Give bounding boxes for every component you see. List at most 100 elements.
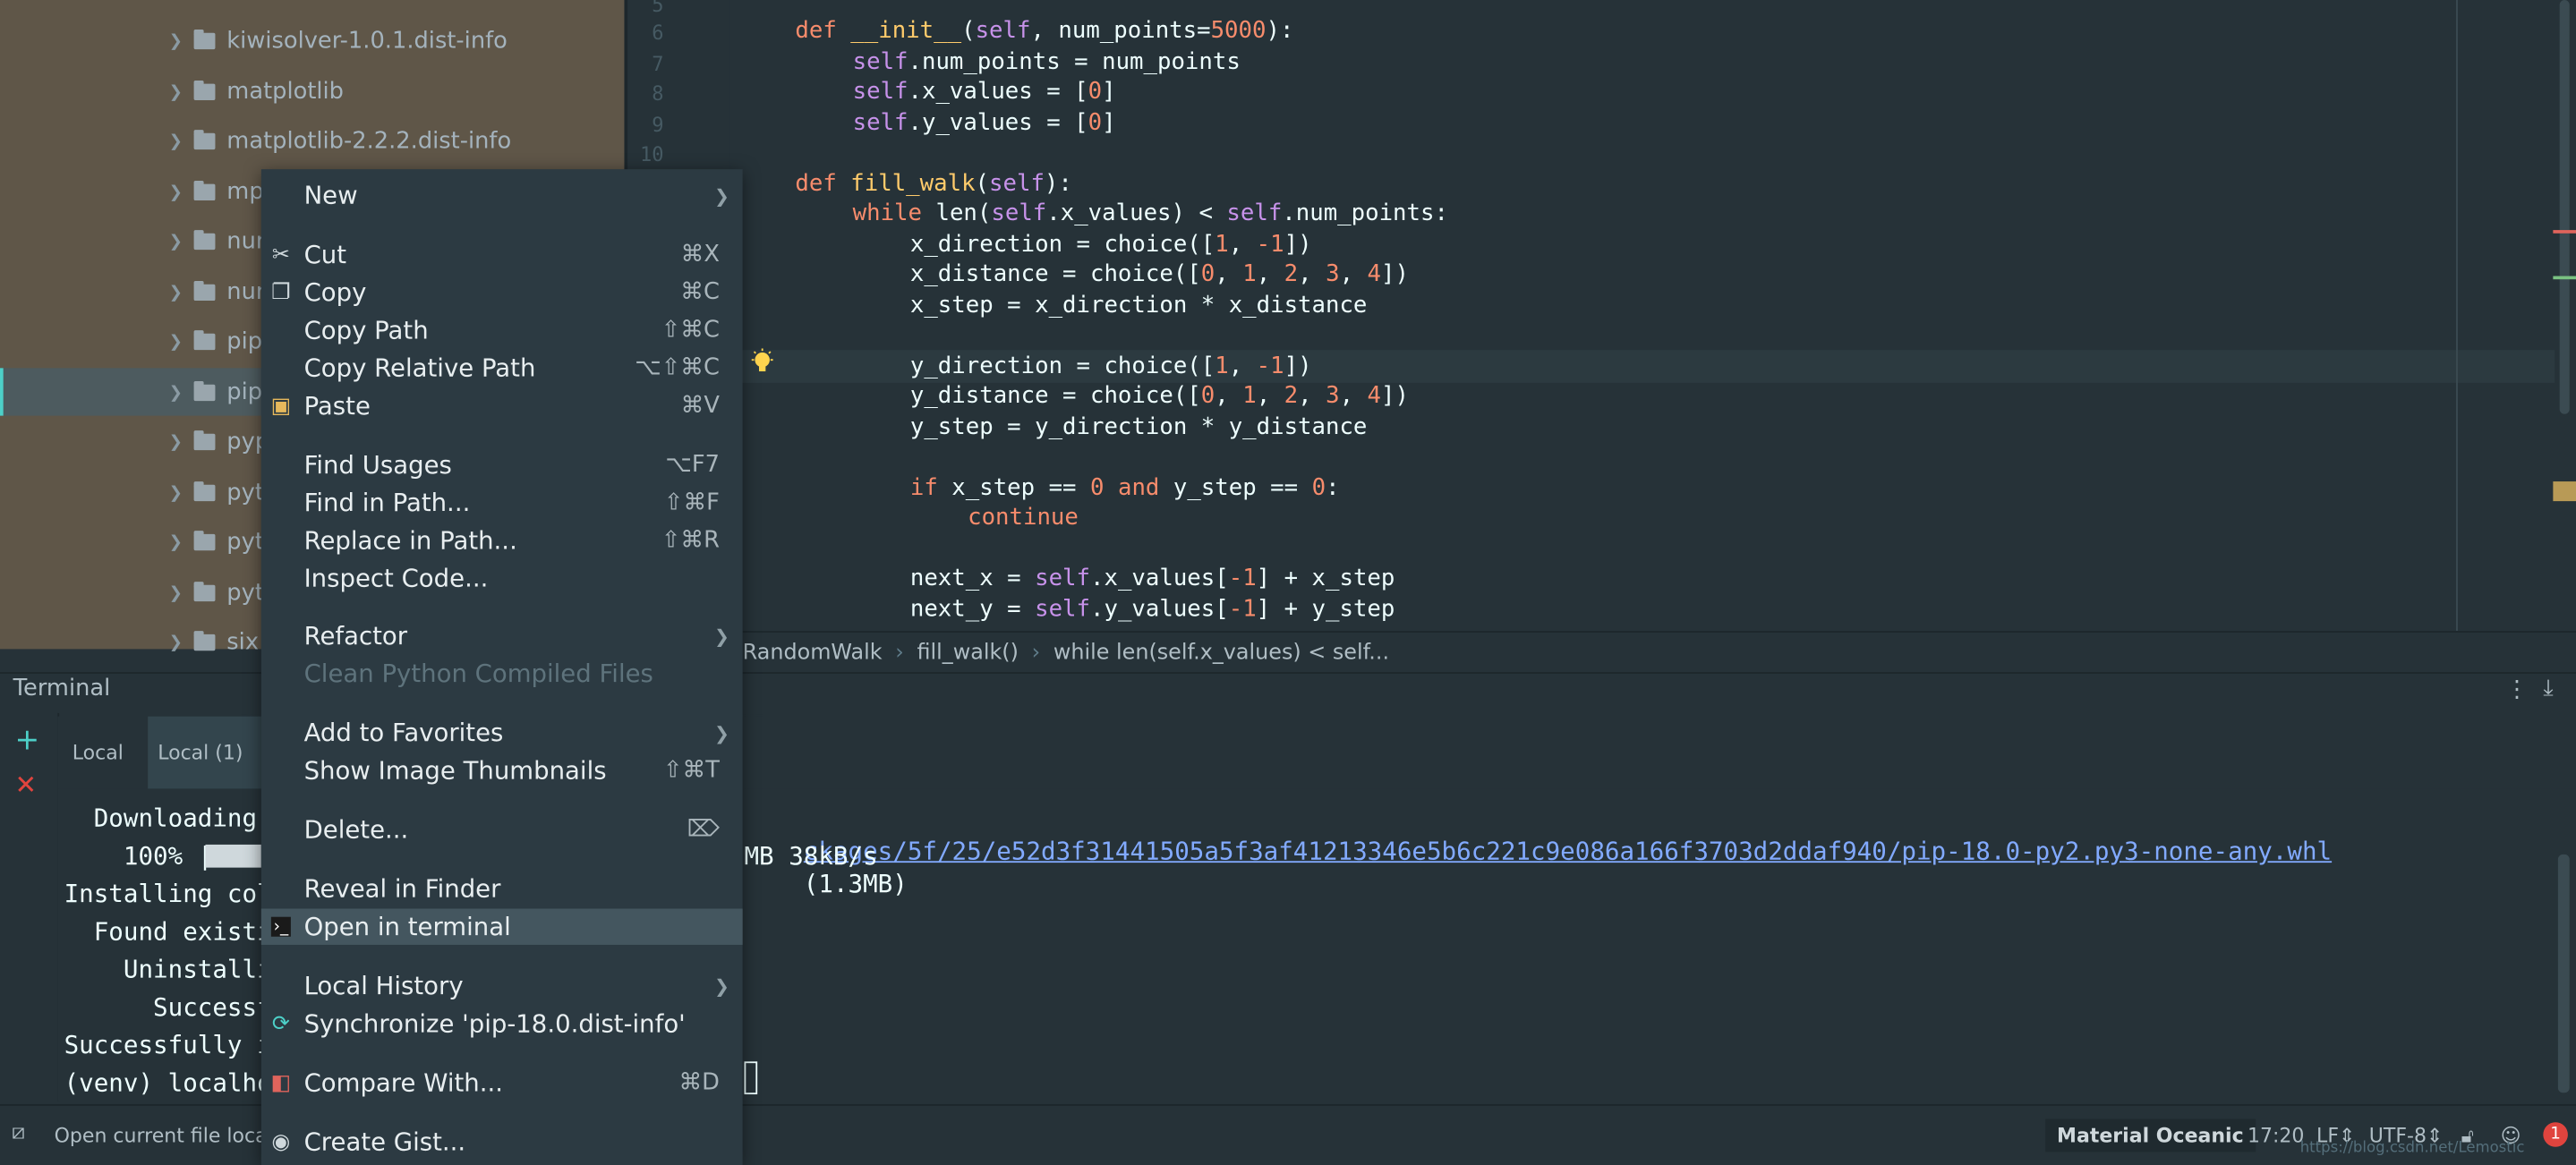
chevron-right-icon: ❯ (168, 332, 183, 352)
tree-selection-bar (0, 368, 4, 416)
download-link[interactable]: ckages/5f/25/e52d3f31441505a5f3af4121334… (804, 837, 2332, 866)
code-line: next_y = self.y_values[-1] + y_step (909, 596, 1395, 623)
lightbulb-icon[interactable] (751, 348, 774, 378)
line-number: 10 (640, 142, 664, 166)
terminal-line: 100% | (64, 841, 213, 872)
terminal-tab[interactable]: Local (63, 717, 148, 789)
menu-item-add-to-favorites[interactable]: Add to Favorites ❯ (261, 715, 743, 751)
copy-icon: ❐ (271, 280, 291, 305)
tree-item-selected[interactable]: ❯ pip (165, 373, 263, 412)
menu-item-local-history[interactable]: Local History ❯ (261, 968, 743, 1004)
scissors-icon: ✂ (271, 242, 290, 268)
error-stripe-marker[interactable] (2553, 230, 2576, 234)
tree-item[interactable]: ❯ matplotlib-2.2.2.dist-info (165, 122, 512, 161)
breadcrumb-item[interactable]: RandomWalk (743, 641, 883, 666)
menu-item-inspect-code[interactable]: Inspect Code... (261, 560, 743, 596)
line-number: 6 (652, 21, 664, 45)
theme-indicator[interactable]: Material Oceanic (2045, 1118, 2256, 1152)
tree-item-label: pip (226, 379, 263, 406)
terminal-line: Successfully i (64, 1030, 272, 1060)
menu-item-label: Copy (303, 277, 367, 308)
terminal-icon: ›_ (270, 916, 291, 937)
download-size: (1.3MB) (803, 869, 908, 899)
menu-shortcut: ⌥F7 (665, 452, 720, 479)
menu-item-label: Open in terminal (303, 912, 511, 942)
folder-icon (193, 330, 216, 351)
terminal-tab-active[interactable]: Local (1) (148, 716, 270, 789)
menu-item-label: Synchronize 'pip-18.0.dist-info' (303, 1008, 686, 1039)
menu-shortcut: ⇧⌘R (661, 527, 720, 554)
line-number: 8 (652, 81, 664, 106)
folder-icon (193, 531, 216, 551)
toggle-tool-windows-icon[interactable]: ⧄ (12, 1120, 25, 1145)
tree-item[interactable]: ❯ mpl (165, 173, 270, 212)
folder-icon (193, 281, 216, 302)
menu-item-label: Show Image Thumbnails (303, 755, 607, 786)
menu-item-refactor[interactable]: Refactor ❯ (261, 617, 743, 653)
tree-item[interactable]: ❯ pip (165, 322, 262, 361)
add-terminal-icon[interactable]: + (15, 723, 40, 758)
chevron-right-icon: ❯ (168, 232, 183, 251)
chevron-right-icon: ❯ (168, 483, 183, 503)
hide-panel-icon[interactable]: ⤓ (2543, 676, 2553, 702)
tree-item-label: kiwisolver-1.0.1.dist-info (226, 28, 508, 55)
chevron-right-icon: ❯ (714, 974, 729, 997)
chevron-right-icon: ❯ (168, 283, 183, 302)
menu-item-label: Copy Relative Path (303, 353, 536, 383)
code-line: y_distance = choice([0, 1, 2, 3, 4]) (909, 382, 1409, 410)
menu-item-clean-compiled: Clean Python Compiled Files (261, 656, 743, 692)
folder-icon (193, 582, 216, 602)
menu-item-reveal-in-finder[interactable]: Reveal in Finder (261, 871, 743, 906)
tree-item[interactable]: ❯ pyp (165, 422, 269, 462)
menu-item-delete[interactable]: Delete... ⌦ (261, 812, 743, 847)
chevron-right-icon: ❯ (168, 31, 183, 51)
breadcrumb-item[interactable]: while len(self.x_values) < self... (1053, 641, 1389, 666)
menu-shortcut: ⌥⇧⌘C (635, 354, 720, 382)
terminal-cursor (744, 1061, 758, 1095)
menu-item-find-in-path[interactable]: Find in Path... ⇧⌘F (261, 485, 743, 521)
tree-item-label: matplotlib-2.2.2.dist-info (226, 128, 512, 155)
menu-item-cut[interactable]: ✂ Cut ⌘X (261, 236, 743, 272)
warning-stripe-marker[interactable] (2553, 481, 2576, 502)
caret-position[interactable]: 17:20 (2248, 1124, 2304, 1147)
editor-scrollbar[interactable] (2559, 0, 2570, 414)
terminal-line: Installing col (64, 879, 272, 909)
folder-icon (193, 430, 216, 451)
menu-item-paste[interactable]: ▣ Paste ⌘V (261, 387, 743, 423)
menu-item-replace-in-path[interactable]: Replace in Path... ⇧⌘R (261, 523, 743, 558)
menu-item-copy-path[interactable]: Copy Path ⇧⌘C (261, 312, 743, 348)
tree-item[interactable]: ❯ matplotlib (165, 72, 344, 112)
breadcrumb: RandomWalk › fill_walk() › while len(sel… (627, 631, 2576, 674)
folder-icon (193, 30, 216, 50)
line-number: 9 (652, 113, 664, 137)
more-options-icon[interactable]: ⋮ (2505, 677, 2529, 703)
menu-shortcut: ⌘C (680, 279, 720, 306)
tree-item[interactable]: ❯ kiwisolver-1.0.1.dist-info (165, 21, 508, 61)
menu-item-open-in-terminal[interactable]: ›_ Open in terminal (260, 908, 743, 945)
close-terminal-icon[interactable]: ✕ (15, 769, 38, 800)
breadcrumb-item[interactable]: fill_walk() (917, 641, 1018, 666)
tree-item[interactable]: ❯ pytz (165, 574, 277, 613)
menu-item-synchronize[interactable]: ⟳ Synchronize 'pip-18.0.dist-info' (261, 1006, 743, 1042)
right-margin-guide (2456, 0, 2458, 632)
notification-badge[interactable]: 1 (2543, 1122, 2568, 1147)
menu-item-compare-with[interactable]: ◧ Compare With... ⌘D (261, 1065, 743, 1101)
menu-item-show-thumbnails[interactable]: Show Image Thumbnails ⇧⌘T (261, 753, 743, 788)
tree-item[interactable]: ❯ six (165, 623, 259, 662)
folder-icon (193, 230, 216, 251)
progress-bar-fill (205, 844, 261, 868)
menu-shortcut: ⇧⌘F (663, 489, 720, 516)
menu-item-label: Create Gist... (303, 1127, 466, 1157)
menu-item-label: Add to Favorites (303, 718, 504, 748)
github-icon: ◉ (271, 1129, 291, 1155)
menu-item-find-usages[interactable]: Find Usages ⌥F7 (261, 447, 743, 483)
menu-item-copy[interactable]: ❐ Copy ⌘C (261, 275, 743, 310)
menu-item-new[interactable]: New ❯ (261, 177, 743, 213)
menu-item-create-gist[interactable]: ◉ Create Gist... (261, 1124, 743, 1160)
terminal-scrollbar[interactable] (2557, 854, 2570, 1093)
chevron-right-icon: ❯ (168, 383, 183, 402)
menu-item-copy-relative-path[interactable]: Copy Relative Path ⌥⇧⌘C (261, 350, 743, 386)
terminal-line: Successf (64, 992, 272, 1023)
change-stripe-marker[interactable] (2553, 276, 2576, 280)
tree-item[interactable]: ❯ pytz (165, 523, 277, 562)
